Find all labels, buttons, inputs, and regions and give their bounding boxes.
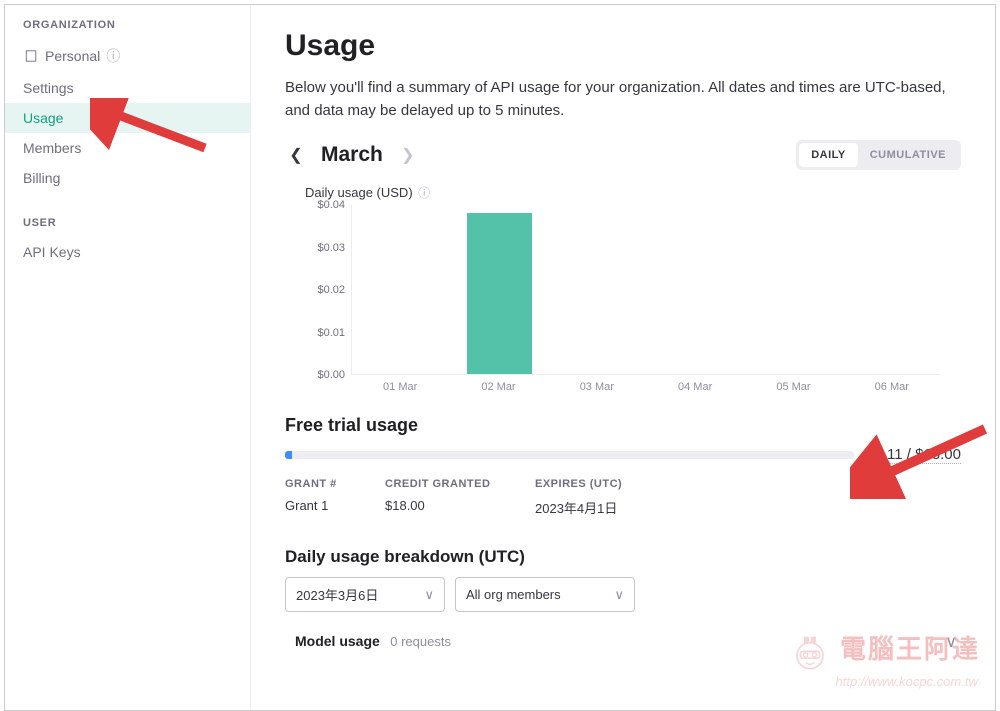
month-nav: ❮ March ❯ (285, 143, 419, 167)
sidebar-item-members[interactable]: Members (5, 133, 250, 163)
sidebar: ORGANIZATION Personal ⓘ Settings Usage M… (5, 5, 251, 710)
sidebar-item-label: Settings (23, 80, 74, 96)
bar-slot (647, 205, 745, 374)
x-tick: 06 Mar (843, 375, 941, 393)
sidebar-item-usage[interactable]: Usage (5, 103, 250, 133)
bar (467, 213, 532, 374)
member-select[interactable]: All org members ∨ (455, 577, 635, 612)
bar-slot (745, 205, 843, 374)
chevron-down-icon: ∨ (945, 632, 957, 652)
sidebar-item-billing[interactable]: Billing (5, 163, 250, 193)
free-trial-section: Free trial usage $0.11 / $18.00 GRANT # … (285, 415, 961, 521)
free-trial-progress-fill (285, 451, 292, 459)
breakdown-title: Daily usage breakdown (UTC) (285, 547, 961, 567)
grant-col-expires: EXPIRES (UTC) (535, 478, 715, 490)
grant-cell: $18.00 (385, 498, 535, 517)
grant-col-credit: CREDIT GRANTED (385, 478, 535, 490)
grant-cell: Grant 1 (285, 498, 385, 517)
x-axis: 01 Mar02 Mar03 Mar04 Mar05 Mar06 Mar (351, 375, 941, 393)
page-description: Below you'll find a summary of API usage… (285, 77, 961, 122)
sidebar-item-label: Members (23, 140, 81, 156)
free-trial-amount: $0.11 / $18.00 (866, 446, 961, 464)
grant-table: GRANT # CREDIT GRANTED EXPIRES (UTC) Gra… (285, 478, 961, 521)
date-select[interactable]: 2023年3月6日 ∨ (285, 577, 445, 612)
x-tick: 04 Mar (646, 375, 744, 393)
free-trial-title: Free trial usage (285, 415, 961, 436)
building-icon (23, 48, 39, 64)
sidebar-item-personal[interactable]: Personal ⓘ (5, 39, 250, 73)
main-content: Usage Below you'll find a summary of API… (251, 5, 995, 710)
bar-slot (843, 205, 941, 374)
toggle-daily[interactable]: DAILY (799, 143, 858, 167)
page-title: Usage (285, 29, 961, 63)
sidebar-user-label: USER (5, 217, 250, 237)
sidebar-item-label: Billing (23, 170, 60, 186)
model-usage-row[interactable]: Model usage 0 requests ∨ (285, 624, 961, 652)
plot-area (351, 205, 941, 375)
model-usage-label: Model usage (295, 633, 380, 649)
usage-chart: Daily usage (USD) ⓘ $0.04 $0.03 $0.02 $0… (285, 174, 961, 397)
view-toggle: DAILY CUMULATIVE (796, 140, 961, 170)
free-trial-progress-track (285, 451, 854, 459)
next-month-button[interactable]: ❯ (397, 144, 419, 166)
bar-slot (352, 205, 450, 374)
table-row: Grant 1 $18.00 2023年4月1日 (285, 494, 961, 521)
toggle-cumulative[interactable]: CUMULATIVE (858, 143, 958, 167)
x-tick: 02 Mar (449, 375, 547, 393)
bar-slot (450, 205, 548, 374)
chevron-down-icon: ∨ (424, 587, 434, 603)
date-select-value: 2023年3月6日 (296, 585, 378, 604)
chart-title-text: Daily usage (USD) (305, 185, 413, 200)
x-tick: 05 Mar (744, 375, 842, 393)
sidebar-item-api-keys[interactable]: API Keys (5, 237, 250, 267)
info-icon: ⓘ (418, 186, 430, 200)
grant-col-num: GRANT # (285, 478, 385, 490)
x-tick: 01 Mar (351, 375, 449, 393)
sidebar-item-settings[interactable]: Settings (5, 73, 250, 103)
sidebar-item-label: API Keys (23, 244, 81, 260)
y-axis: $0.04 $0.03 $0.02 $0.01 $0.00 (305, 205, 351, 375)
prev-month-button[interactable]: ❮ (285, 144, 307, 166)
sidebar-org-label: ORGANIZATION (5, 19, 250, 39)
x-tick: 03 Mar (548, 375, 646, 393)
info-icon: ⓘ (106, 46, 120, 66)
member-select-value: All org members (466, 587, 561, 602)
chevron-down-icon: ∨ (614, 587, 624, 603)
sidebar-item-label: Usage (23, 110, 63, 126)
month-name: March (321, 143, 383, 167)
request-count: 0 requests (390, 634, 451, 649)
grant-cell: 2023年4月1日 (535, 498, 715, 517)
sidebar-item-label: Personal (45, 48, 100, 64)
bar-slot (548, 205, 646, 374)
